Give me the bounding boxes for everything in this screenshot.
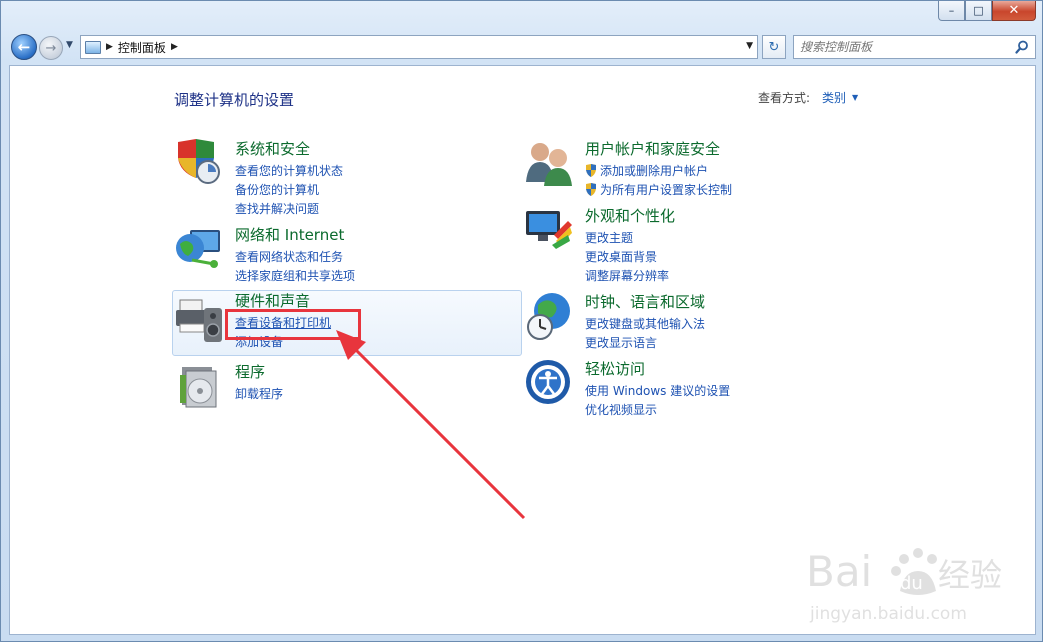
category-title[interactable]: 程序 (235, 361, 265, 382)
link-label[interactable]: 添加或删除用户帐户 (600, 164, 708, 178)
watermark-brand-jingyan: 经验 (938, 556, 1002, 594)
baidu-jingyan-watermark: Bai du 经验 jingyan.baidu.com (806, 547, 1002, 624)
address-dropdown-icon[interactable]: ▼ (746, 41, 753, 51)
link-change-theme[interactable]: 更改主题 (585, 229, 669, 248)
category-title[interactable]: 硬件和声音 (235, 290, 310, 311)
link-homegroup-sharing[interactable]: 选择家庭组和共享选项 (235, 267, 355, 286)
view-by-label: 查看方式: (758, 91, 811, 105)
watermark-brand-du: du (900, 573, 923, 594)
recent-pages-dropdown[interactable]: ▼ (66, 40, 73, 50)
search-input[interactable] (800, 37, 1010, 57)
category-title[interactable]: 外观和个性化 (585, 205, 675, 226)
link-view-computer-status[interactable]: 查看您的计算机状态 (235, 162, 343, 181)
watermark-url: jingyan.baidu.com (809, 604, 967, 624)
link-screen-resolution[interactable]: 调整屏幕分辨率 (585, 267, 669, 286)
category-title[interactable]: 用户帐户和家庭安全 (585, 138, 720, 159)
link-find-fix-problems[interactable]: 查找并解决问题 (235, 200, 343, 219)
chevron-down-icon[interactable]: ▼ (852, 93, 858, 102)
link-uninstall-program[interactable]: 卸载程序 (235, 385, 283, 404)
forward-button[interactable]: → (39, 36, 63, 60)
shield-computer-icon (178, 139, 220, 184)
link-optimize-display[interactable]: 优化视频显示 (585, 401, 730, 420)
printer-speaker-icon (176, 299, 222, 342)
category-title[interactable]: 网络和 Internet (235, 224, 344, 245)
breadcrumb-chevron[interactable]: ▶ (171, 42, 178, 52)
control-panel-icon (85, 40, 101, 54)
link-backup-computer[interactable]: 备份您的计算机 (235, 181, 343, 200)
view-by-dropdown[interactable]: 类别 (822, 89, 846, 106)
programs-disc-icon (180, 367, 217, 408)
category-title[interactable]: 时钟、语言和区域 (585, 291, 705, 312)
link-keyboard-input[interactable]: 更改键盘或其他输入法 (585, 315, 705, 334)
refresh-button[interactable]: ↻ (762, 35, 786, 59)
uac-shield-icon (586, 183, 596, 196)
breadcrumb-control-panel[interactable]: 控制面板 (118, 39, 166, 56)
maximize-button[interactable]: □ (965, 1, 992, 21)
link-add-remove-users[interactable]: 添加或删除用户帐户 (585, 162, 732, 181)
content-pane: 调整计算机的设置 查看方式: 类别 ▼ 系统和安全 查看您的计算机状态 备份您的… (9, 65, 1036, 635)
link-parental-controls[interactable]: 为所有用户设置家长控制 (585, 181, 732, 200)
category-title[interactable]: 轻松访问 (585, 358, 645, 379)
minimize-button[interactable]: – (938, 1, 965, 21)
watermark-brand: Bai (806, 547, 872, 596)
ease-of-access-icon (526, 360, 570, 404)
title-bar: – □ ✕ (1, 1, 1042, 29)
annotation-highlight-box (225, 309, 361, 340)
caption-buttons: – □ ✕ (938, 1, 1036, 21)
uac-shield-icon (586, 164, 596, 177)
category-title[interactable]: 系统和安全 (235, 138, 310, 159)
link-desktop-background[interactable]: 更改桌面背景 (585, 248, 669, 267)
link-recommended-settings[interactable]: 使用 Windows 建议的设置 (585, 382, 730, 401)
link-network-status[interactable]: 查看网络状态和任务 (235, 248, 355, 267)
globe-clock-icon (527, 293, 570, 340)
address-bar[interactable]: ▶ 控制面板 ▶ ▼ (80, 35, 758, 59)
navigation-bar: ← → ▼ ▶ 控制面板 ▶ ▼ ↻ (9, 32, 1036, 62)
address-separator[interactable]: ▶ (106, 42, 113, 52)
close-button[interactable]: ✕ (992, 1, 1036, 21)
users-icon (526, 143, 572, 186)
monitor-palette-icon (526, 211, 572, 249)
control-panel-window: – □ ✕ ← → ▼ ▶ 控制面板 ▶ ▼ ↻ 调整计算机的设置 查看方式: … (0, 0, 1043, 642)
link-display-language[interactable]: 更改显示语言 (585, 334, 705, 353)
back-button[interactable]: ← (11, 34, 37, 60)
search-icon[interactable] (1015, 40, 1029, 54)
network-globe-icon (176, 230, 220, 268)
link-label[interactable]: 为所有用户设置家长控制 (600, 183, 732, 197)
search-box[interactable] (793, 35, 1036, 59)
page-title: 调整计算机的设置 (174, 91, 295, 109)
